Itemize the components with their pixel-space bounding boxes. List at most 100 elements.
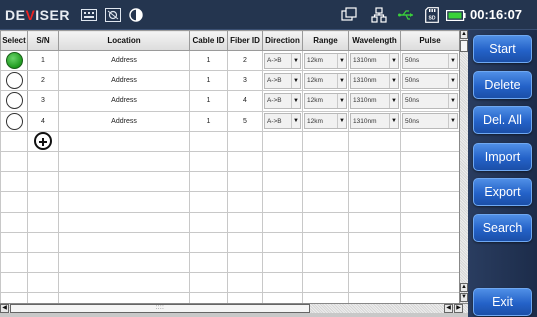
- export-button[interactable]: Export: [473, 178, 532, 206]
- range-cell[interactable]: 12km ▼: [302, 70, 349, 92]
- dropdown-arrow-icon[interactable]: ▼: [389, 93, 398, 108]
- wavelength-cell[interactable]: 1310nm ▼: [348, 70, 401, 92]
- direction-cell[interactable]: A->B ▼: [262, 90, 303, 112]
- dropdown-arrow-icon[interactable]: ▼: [291, 114, 300, 129]
- table-row[interactable]: 1 Address 1 2 A->B ▼ 12km ▼ 1310nm ▼ 50ns ▼: [0, 49, 459, 72]
- location-cell[interactable]: Address: [58, 49, 190, 72]
- dropdown-arrow-icon[interactable]: ▼: [389, 114, 398, 129]
- fiber-id-cell[interactable]: 3: [227, 70, 263, 92]
- location-cell[interactable]: Address: [58, 110, 190, 132]
- pulse-cell[interactable]: 50ns ▼: [400, 70, 459, 92]
- dropdown-arrow-icon[interactable]: ▼: [291, 93, 300, 108]
- scroll-up-icon[interactable]: ▲: [460, 283, 468, 292]
- add-row-icon[interactable]: [34, 132, 52, 151]
- fiber-id-cell[interactable]: 4: [227, 90, 263, 112]
- pulse-cell[interactable]: 50ns ▼: [400, 90, 459, 112]
- direction-dropdown[interactable]: A->B ▼: [264, 52, 301, 69]
- cable-id-cell[interactable]: 1: [189, 70, 228, 92]
- range-dropdown[interactable]: 12km ▼: [304, 92, 347, 109]
- scroll-up-icon[interactable]: ▲: [460, 30, 468, 39]
- scroll-right-icon[interactable]: ▶: [454, 304, 463, 313]
- vertical-scroll-thumb[interactable]: [460, 40, 468, 52]
- horizontal-scrollbar[interactable]: ◀ :::: ◀ ▶: [0, 303, 468, 313]
- contrast-icon[interactable]: [128, 7, 144, 23]
- dropdown-arrow-icon[interactable]: ▼: [389, 53, 398, 68]
- search-button[interactable]: Search: [473, 214, 532, 242]
- horizontal-scroll-thumb[interactable]: ::::: [10, 304, 310, 313]
- range-dropdown[interactable]: 12km ▼: [304, 113, 347, 130]
- range-cell[interactable]: 12km ▼: [302, 90, 349, 112]
- dropdown-arrow-icon[interactable]: ▼: [291, 53, 300, 68]
- clock-display: 00:16:07: [470, 7, 523, 22]
- wavelength-dropdown[interactable]: 1310nm ▼: [350, 113, 399, 130]
- pulse-dropdown[interactable]: 50ns ▼: [402, 92, 458, 109]
- wavelength-cell[interactable]: 1310nm ▼: [348, 49, 401, 72]
- empty-row: [0, 171, 459, 193]
- pulse-dropdown[interactable]: 50ns ▼: [402, 72, 458, 89]
- range-dropdown[interactable]: 12km ▼: [304, 52, 347, 69]
- fiber-id-cell[interactable]: 5: [227, 110, 263, 132]
- select-cell[interactable]: [0, 49, 28, 72]
- range-cell[interactable]: 12km ▼: [302, 49, 349, 72]
- cable-id-cell[interactable]: 1: [189, 49, 228, 72]
- keyboard-icon[interactable]: [80, 7, 98, 23]
- range-value: 12km: [307, 97, 323, 105]
- select-cell[interactable]: [0, 90, 28, 112]
- dropdown-arrow-icon[interactable]: ▼: [448, 93, 457, 108]
- cable-id-cell[interactable]: 1: [189, 90, 228, 112]
- fiber-id-cell[interactable]: 2: [227, 49, 263, 72]
- dropdown-arrow-icon[interactable]: ▼: [337, 93, 346, 108]
- fiber-task-table: Select S/N Location Cable ID Fiber ID Di…: [0, 30, 459, 303]
- select-cell[interactable]: [0, 110, 28, 132]
- dropdown-arrow-icon[interactable]: ▼: [337, 53, 346, 68]
- range-dropdown[interactable]: 12km ▼: [304, 72, 347, 89]
- direction-cell[interactable]: A->B ▼: [262, 110, 303, 132]
- scroll-down-icon[interactable]: ▼: [460, 293, 468, 302]
- table-row[interactable]: 4 Address 1 5 A->B ▼ 12km ▼ 1310nm ▼ 50ns ▼: [0, 110, 459, 132]
- column-header-cable-id: Cable ID: [189, 30, 228, 51]
- wavelength-cell[interactable]: 1310nm ▼: [348, 90, 401, 112]
- dropdown-arrow-icon[interactable]: ▼: [337, 73, 346, 88]
- select-radio[interactable]: [5, 52, 23, 70]
- delete-all-button[interactable]: Del. All: [473, 106, 532, 134]
- select-radio[interactable]: [5, 92, 23, 110]
- column-header-range: Range: [302, 30, 349, 51]
- wavelength-cell[interactable]: 1310nm ▼: [348, 110, 401, 132]
- pulse-dropdown[interactable]: 50ns ▼: [402, 113, 458, 130]
- delete-button[interactable]: Delete: [473, 71, 532, 99]
- select-radio[interactable]: [5, 72, 23, 90]
- location-cell[interactable]: Address: [58, 90, 190, 112]
- dropdown-arrow-icon[interactable]: ▼: [448, 114, 457, 129]
- range-cell[interactable]: 12km ▼: [302, 110, 349, 132]
- table-row[interactable]: 3 Address 1 4 A->B ▼ 12km ▼ 1310nm ▼ 50ns ▼: [0, 90, 459, 112]
- pulse-cell[interactable]: 50ns ▼: [400, 49, 459, 72]
- dropdown-arrow-icon[interactable]: ▼: [337, 114, 346, 129]
- direction-dropdown[interactable]: A->B ▼: [264, 72, 301, 89]
- screenshot-icon[interactable]: [104, 7, 122, 23]
- wavelength-dropdown[interactable]: 1310nm ▼: [350, 72, 399, 89]
- select-radio[interactable]: [5, 112, 23, 130]
- dropdown-arrow-icon[interactable]: ▼: [448, 73, 457, 88]
- direction-dropdown[interactable]: A->B ▼: [264, 113, 301, 130]
- pulse-cell[interactable]: 50ns ▼: [400, 110, 459, 132]
- wavelength-dropdown[interactable]: 1310nm ▼: [350, 92, 399, 109]
- dropdown-arrow-icon[interactable]: ▼: [291, 73, 300, 88]
- table-row[interactable]: 2 Address 1 3 A->B ▼ 12km ▼ 1310nm ▼ 50ns ▼: [0, 70, 459, 92]
- cable-id-cell[interactable]: 1: [189, 110, 228, 132]
- location-cell[interactable]: Address: [58, 70, 190, 92]
- import-button[interactable]: Import: [473, 143, 532, 171]
- wavelength-dropdown[interactable]: 1310nm ▼: [350, 52, 399, 69]
- direction-cell[interactable]: A->B ▼: [262, 70, 303, 92]
- pulse-dropdown[interactable]: 50ns ▼: [402, 52, 458, 69]
- direction-dropdown[interactable]: A->B ▼: [264, 92, 301, 109]
- exit-button[interactable]: Exit: [473, 288, 532, 316]
- scroll-left-icon[interactable]: ◀: [444, 304, 453, 313]
- dropdown-arrow-icon[interactable]: ▼: [448, 53, 457, 68]
- direction-cell[interactable]: A->B ▼: [262, 49, 303, 72]
- vertical-scrollbar[interactable]: ▲ ▲ ▼: [459, 30, 468, 303]
- add-cell[interactable]: [27, 130, 59, 152]
- scroll-left-icon[interactable]: ◀: [0, 304, 9, 313]
- dropdown-arrow-icon[interactable]: ▼: [389, 73, 398, 88]
- start-button[interactable]: Start: [473, 35, 532, 63]
- select-cell[interactable]: [0, 70, 28, 92]
